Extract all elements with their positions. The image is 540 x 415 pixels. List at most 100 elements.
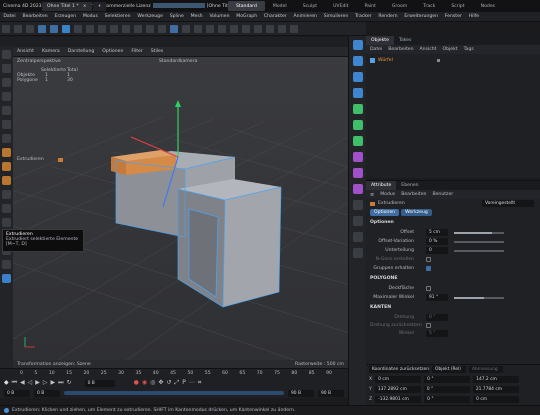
menu-bearbeiten[interactable]: Bearbeiten [19, 14, 51, 19]
menu-mograph[interactable]: MoGraph [233, 14, 261, 19]
key-param-icon[interactable]: P [182, 380, 186, 386]
snap-icon[interactable] [278, 24, 286, 33]
menu-werkzeuge[interactable]: Werkzeuge [134, 14, 166, 19]
menu-selektieren[interactable]: Selektieren [101, 14, 134, 19]
max-angle-field[interactable]: 91 ° [426, 294, 448, 301]
am-menu-modus[interactable]: Modus [380, 192, 395, 197]
next-key-icon[interactable]: ▶ [51, 380, 56, 386]
rot-y-field[interactable]: 0 ° [423, 385, 470, 393]
deformer-purple-icon[interactable] [353, 152, 363, 162]
knife-icon[interactable] [2, 134, 11, 143]
workspace-script[interactable]: Script [443, 1, 472, 11]
pos-x-field[interactable]: 0 cm [375, 375, 422, 383]
axis-lock-y-icon[interactable] [98, 24, 106, 33]
axis-lock-z-icon[interactable] [110, 24, 118, 33]
twist-purple-icon[interactable] [353, 184, 363, 194]
key-rotation-icon[interactable]: ↺ [166, 380, 171, 386]
bridge-icon[interactable] [2, 190, 11, 199]
point-mode-icon[interactable] [38, 24, 46, 33]
cube-primitive-icon[interactable] [353, 40, 363, 50]
model-mode-icon[interactable] [26, 24, 34, 33]
om-menu-bearbeiten[interactable]: Bearbeiten [388, 47, 413, 52]
play-icon[interactable]: ▶ [35, 380, 40, 386]
close-icon[interactable]: × [83, 4, 87, 9]
new-tab-button[interactable]: + [92, 2, 107, 11]
tab-takes[interactable]: Takes [394, 36, 417, 45]
menu-erzeugen[interactable]: Erzeugen [51, 14, 79, 19]
tab-objekte[interactable]: Objekte [366, 36, 394, 45]
menu-spline[interactable]: Spline [166, 14, 187, 19]
reset-coords-button[interactable]: Koordinaten zurücksetzen [369, 366, 429, 373]
effector-green-icon[interactable] [353, 136, 363, 146]
workspace-standard[interactable]: Standard [228, 1, 265, 11]
tab-attribute[interactable]: Attribute [366, 181, 397, 190]
select-tool-icon[interactable] [2, 50, 11, 59]
viewport-menu-ansicht[interactable]: Ansicht [13, 49, 38, 54]
hamburger-icon[interactable]: ≡ [370, 192, 374, 198]
current-frame-field[interactable]: 0 B [84, 379, 115, 387]
start-frame-field[interactable]: 0 B [4, 389, 30, 397]
render-picture-viewer-icon[interactable] [146, 24, 154, 33]
next-frame-icon[interactable]: ▷ [43, 380, 48, 386]
am-menu-benutzer[interactable]: Benutzer [432, 192, 453, 197]
menu-hilfe[interactable]: Hilfe [465, 14, 482, 19]
extrude-inner-icon[interactable] [2, 162, 11, 171]
cap-checkbox[interactable] [426, 286, 431, 291]
menu-modus[interactable]: Modus [79, 14, 101, 19]
viewport[interactable]: Zentralperspektive Standardkamera Selekt… [13, 57, 348, 360]
am-menu-bearbeiten[interactable]: Bearbeiten [401, 192, 426, 197]
go-start-icon[interactable]: ⏮ [12, 380, 17, 386]
coordinate-system-icon[interactable] [122, 24, 130, 33]
light-object-icon[interactable] [353, 232, 363, 242]
workplane-icon[interactable] [290, 24, 298, 33]
slide-icon[interactable] [2, 260, 11, 269]
size-y-field[interactable]: 21.7784 cm [472, 385, 519, 393]
preview-end-field[interactable]: 90 B [288, 389, 314, 397]
menu-datei[interactable]: Datei [0, 14, 19, 19]
undo-icon[interactable] [2, 24, 10, 33]
workspace-sculpt[interactable]: Sculpt [295, 1, 325, 11]
subdivision-field[interactable]: 0 [426, 247, 448, 254]
environment-icon[interactable] [353, 200, 363, 210]
viewport-menu-kamera[interactable]: Kamera [38, 49, 64, 54]
ngons-checkbox[interactable] [426, 257, 431, 262]
end-frame-field[interactable]: 90 B [318, 389, 344, 397]
menu-volumen[interactable]: Volumen [206, 14, 233, 19]
go-end-icon[interactable]: ⏭ [58, 380, 63, 386]
pen-icon[interactable] [182, 24, 190, 33]
menu-simulieren[interactable]: Simulieren [320, 14, 351, 19]
offset-variation-slider[interactable] [454, 240, 504, 243]
polygon-mode-icon[interactable] [62, 24, 70, 33]
motion-record-icon[interactable]: ⌗ [198, 380, 201, 386]
rotate-tool-icon[interactable] [2, 92, 11, 101]
tab-ebenen[interactable]: Ebenen [396, 181, 423, 190]
cube-icon[interactable] [170, 24, 178, 33]
pos-y-field[interactable]: 137.2892 cm [374, 385, 421, 393]
axis-lock-x-icon[interactable] [86, 24, 94, 33]
subtab-optionen[interactable]: Optionen [370, 209, 400, 216]
workspace-model[interactable]: Model [265, 1, 295, 11]
text-icon[interactable] [353, 72, 363, 82]
workspace-paint[interactable]: Paint [356, 1, 383, 11]
key-scale-icon[interactable]: ⤢ [174, 380, 179, 386]
viewport-menu-optionen[interactable]: Optionen [98, 49, 127, 54]
tag-icon[interactable] [353, 248, 363, 258]
size-x-field[interactable]: 147.2 cm [473, 375, 520, 383]
visibility-dot-icon[interactable] [437, 59, 440, 62]
doc-tab[interactable]: Ohne Titel 1 * × [42, 2, 92, 11]
prev-key-icon[interactable]: ◀ [20, 380, 25, 386]
mirror-icon[interactable] [2, 274, 11, 283]
om-menu-objekt[interactable]: Objekt [442, 47, 457, 52]
menu-tracker[interactable]: Tracker [352, 14, 375, 19]
pos-z-field[interactable]: -132.9801 cm [375, 395, 422, 403]
keep-groups-checkbox[interactable] [426, 266, 431, 271]
offset-variation-field[interactable]: 0 % [426, 238, 448, 245]
menu-rendern[interactable]: Rendern [375, 14, 401, 19]
viewport-menu-darstellung[interactable]: Darstellung [64, 49, 99, 54]
camera-name[interactable]: Standardkamera [159, 59, 197, 64]
rot-z-field[interactable]: 0 ° [424, 395, 471, 403]
angle-field[interactable]: 5 ° [426, 329, 448, 337]
cloner-icon[interactable] [206, 24, 214, 33]
grid-icon[interactable] [266, 24, 274, 33]
uv-mode-icon[interactable] [74, 24, 82, 33]
